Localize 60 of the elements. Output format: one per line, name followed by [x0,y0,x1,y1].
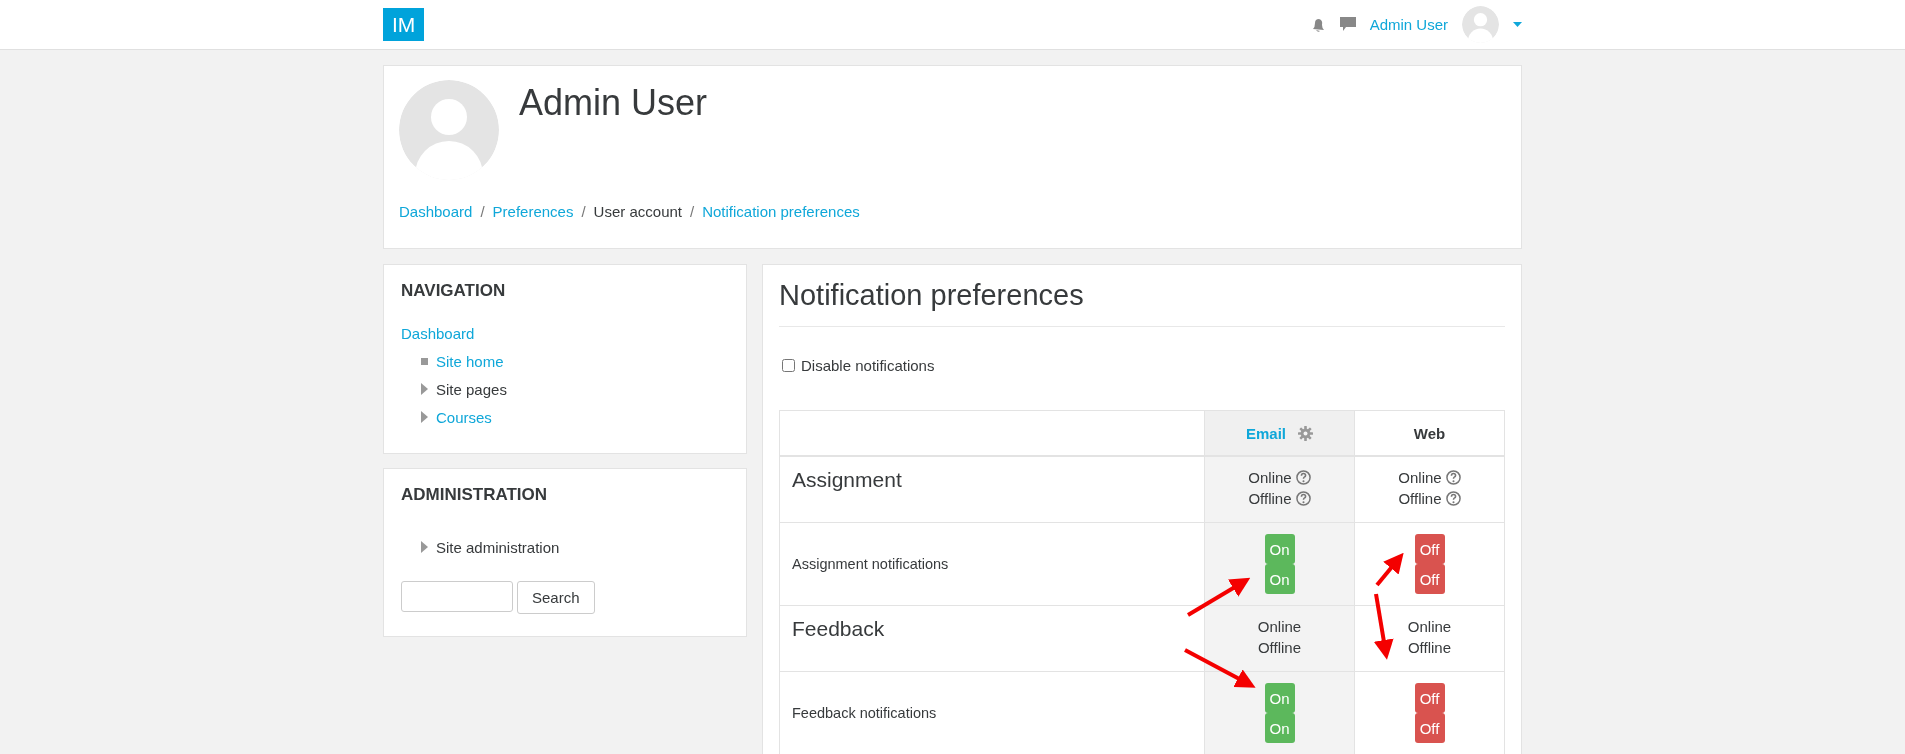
setting-name: Assignment notifications [791,555,950,574]
toggle-button[interactable]: On [1264,534,1295,564]
toggle-button[interactable]: On [1264,713,1295,743]
chat-icon[interactable] [1339,17,1356,32]
help-icon[interactable] [1445,470,1461,485]
search-button[interactable]: Search [517,581,595,614]
breadcrumb-link[interactable]: Notification preferences [702,203,860,220]
nav-item[interactable]: Site administration [436,538,560,556]
annotation-arrow [1375,552,1404,587]
user-avatar [1462,6,1499,43]
component-name: Assignment [791,467,903,493]
current-page-label: User account [593,203,682,220]
annotation-arrow [1184,648,1256,688]
nav-item[interactable]: Site home [436,352,504,370]
settings-icon[interactable] [1298,425,1313,441]
component-name: Feedback [791,616,886,642]
nav-item[interactable]: Dashboard [401,324,475,342]
block-title: NAVIGATION [401,281,507,301]
annotation-arrow [1186,577,1251,617]
block-title: ADMINISTRATION [401,485,549,505]
state-label: Offline [1398,490,1442,507]
state-label: Online [1398,469,1442,486]
state-label: Offline [1257,639,1302,656]
breadcrumb-link[interactable]: Preferences [492,203,574,220]
state-label: Online [1407,618,1452,635]
caret-right-icon [421,541,428,553]
disable-checkbox[interactable] [782,359,795,372]
column-label: Web [1413,424,1446,442]
state-label: Offline [1407,639,1452,656]
help-icon[interactable] [1295,491,1311,506]
toggle-button[interactable]: Off [1414,564,1445,594]
caret-right-icon [421,411,428,423]
help-icon[interactable] [1295,470,1311,485]
state-label: Offline [1248,490,1292,507]
caret-down-icon[interactable] [1513,22,1522,27]
breadcrumb-separator: / [690,203,695,220]
nav-item[interactable]: Site pages [436,380,507,398]
bullet-icon [421,357,428,365]
page-title: Notification preferences [779,279,1505,327]
user-menu-link[interactable]: Admin User [1369,16,1448,33]
user-name: Admin User [519,81,708,125]
checkbox-label: Disable notifications [801,357,935,374]
toggle-button[interactable]: Off [1414,534,1445,564]
search-field[interactable] [401,581,513,612]
breadcrumb-separator: / [480,203,485,220]
breadcrumb-separator: / [581,203,586,220]
state-label: Online [1248,469,1292,486]
site-logo[interactable]: IM [383,8,425,41]
nav-item[interactable]: Courses [436,408,492,426]
help-icon[interactable] [1445,491,1461,506]
toggle-button[interactable]: On [1264,564,1295,594]
annotation-arrow [1373,593,1394,660]
toggle-button[interactable]: Off [1414,713,1445,743]
toggle-button[interactable]: On [1264,683,1295,713]
column-link[interactable]: Email [1246,424,1286,442]
setting-name: Feedback notifications [791,704,938,723]
toggle-button[interactable]: Off [1414,683,1445,713]
caret-right-icon [421,383,428,395]
state-label: Online [1257,618,1302,635]
breadcrumb-link[interactable]: Dashboard [399,203,473,220]
